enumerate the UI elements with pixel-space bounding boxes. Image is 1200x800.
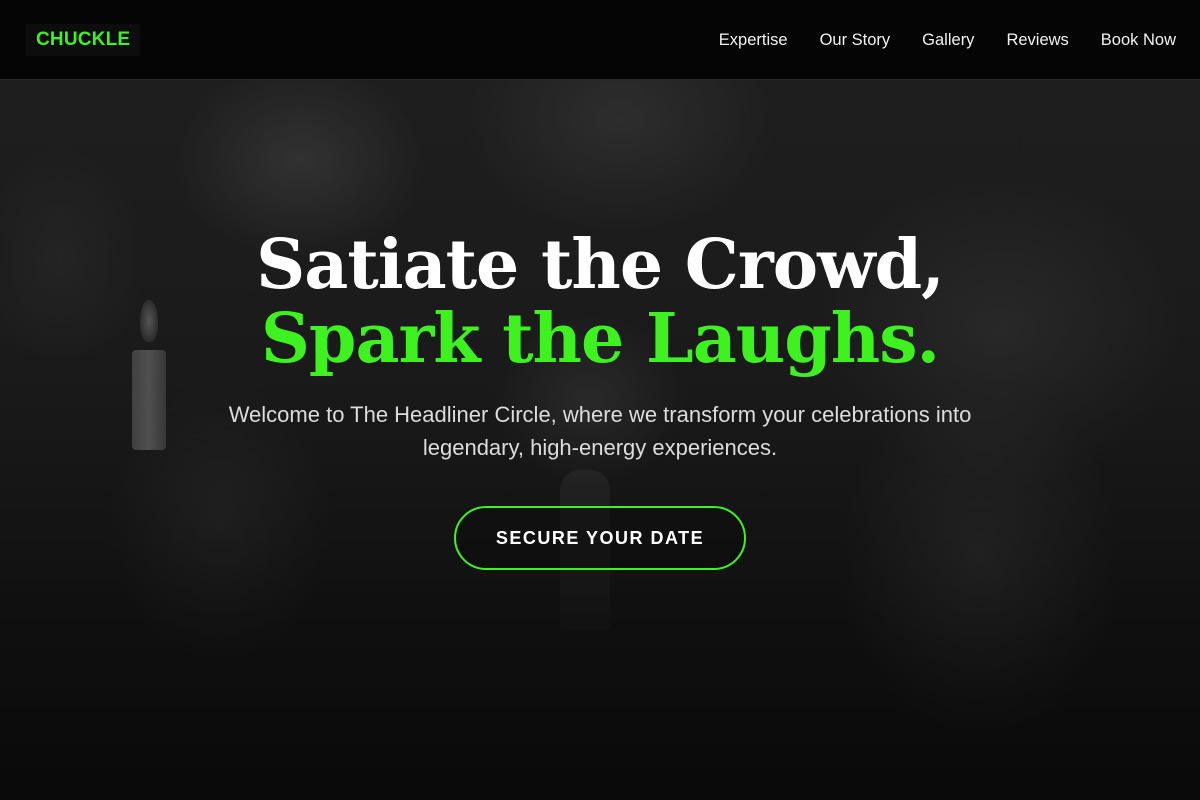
nav-link-expertise[interactable]: Expertise — [719, 31, 788, 50]
secure-your-date-button[interactable]: SECURE YOUR DATE — [454, 506, 746, 570]
nav-links: Expertise Our Story Gallery Reviews Book… — [719, 0, 1176, 80]
nav-link-gallery[interactable]: Gallery — [922, 31, 974, 50]
navbar: CHUCKLE Expertise Our Story Gallery Revi… — [0, 0, 1200, 80]
headline-main-text: Satiate the Crowd, — [256, 225, 945, 305]
page: CHUCKLE Expertise Our Story Gallery Revi… — [0, 0, 1200, 800]
nav-link-reviews[interactable]: Reviews — [1006, 31, 1068, 50]
hero-subtext: Welcome to The Headliner Circle, where w… — [228, 402, 972, 460]
nav-link-our-story[interactable]: Our Story — [820, 31, 891, 50]
hero-headline: Satiate the Crowd, Spark the Laughs. — [150, 228, 1050, 376]
nav-link-book-now[interactable]: Book Now — [1101, 31, 1176, 50]
logo[interactable]: CHUCKLE — [26, 24, 141, 56]
headline-accent-text: Spark the Laughs. — [260, 299, 940, 379]
hero-section: Satiate the Crowd, Spark the Laughs. Wel… — [0, 228, 1200, 570]
